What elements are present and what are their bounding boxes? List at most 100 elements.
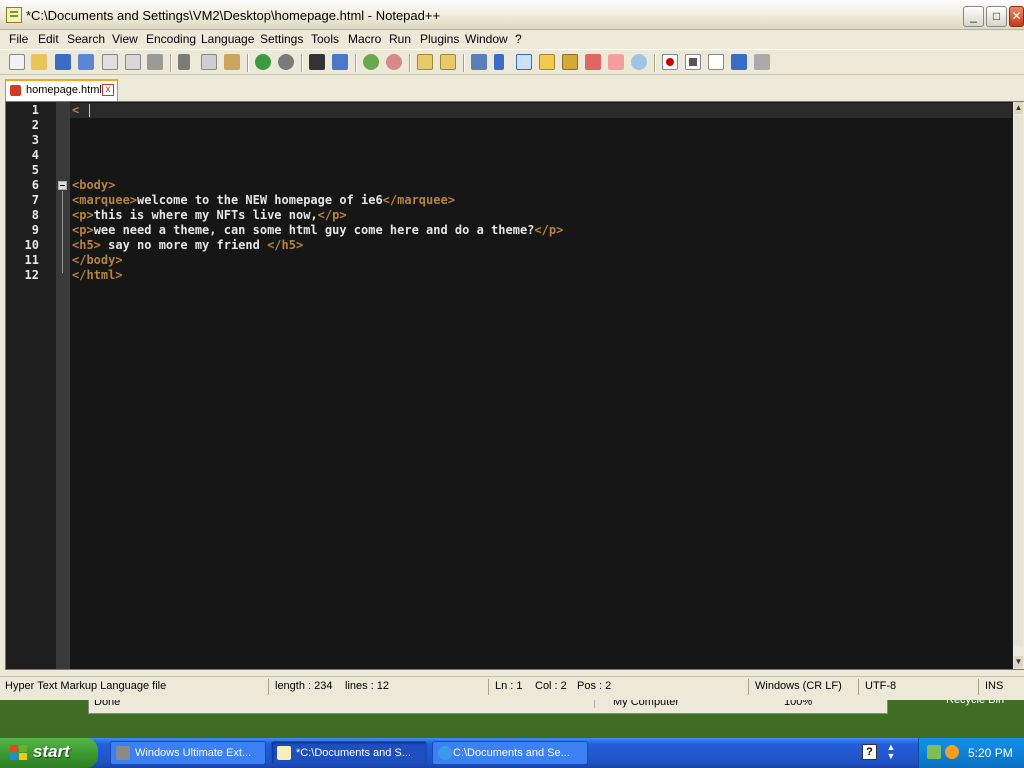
code-line[interactable]: <p>this is where my NFTs live now,</p> — [72, 208, 347, 222]
html-tag-token: </p> — [317, 208, 347, 222]
text-token: say no more my friend — [100, 238, 268, 252]
line-number: 3 — [31, 133, 39, 147]
word-wrap-icon[interactable] — [471, 54, 487, 70]
tray-expand-icon[interactable]: ▲ ▼ — [886, 743, 896, 763]
vertical-scrollbar[interactable]: ▲ ▼ — [1013, 102, 1024, 669]
taskbar-item-windows-ultimate[interactable]: Windows Ultimate Ext... — [110, 741, 266, 765]
line-number: 9 — [31, 223, 39, 237]
menu-encoding[interactable]: Encoding — [146, 32, 196, 46]
line-number: 2 — [31, 118, 39, 132]
paste-icon[interactable] — [224, 54, 240, 70]
line-number: 5 — [31, 163, 39, 177]
menu-help[interactable]: ? — [515, 32, 522, 46]
code-line[interactable]: <p>wee need a theme, can some html guy c… — [72, 223, 563, 237]
function-list-icon[interactable] — [562, 54, 578, 70]
menu-edit[interactable]: Edit — [38, 32, 59, 46]
copy-icon[interactable] — [201, 54, 217, 70]
system-tray: 5:20 PM — [918, 738, 1024, 768]
menu-run[interactable]: Run — [389, 32, 411, 46]
redo-icon[interactable] — [278, 54, 294, 70]
line-number: 8 — [31, 208, 39, 222]
monitoring-icon[interactable] — [608, 54, 624, 70]
help-icon[interactable]: ? — [862, 744, 877, 760]
start-button[interactable]: start — [0, 738, 98, 768]
code-line[interactable]: <h5> say no more my friend </h5> — [72, 238, 303, 252]
line-number: 6 — [31, 178, 39, 192]
preview-icon[interactable] — [631, 54, 647, 70]
taskbar-item-ie[interactable]: C:\Documents and Se... — [432, 741, 588, 765]
network-icon[interactable] — [927, 745, 941, 759]
save-all-icon[interactable] — [78, 54, 94, 70]
play-macro-icon[interactable] — [708, 54, 724, 70]
status-ln: Ln : 1 — [495, 680, 523, 692]
record-macro-icon[interactable] — [662, 54, 678, 70]
toolbar — [0, 49, 1024, 75]
doc-map-icon[interactable] — [539, 54, 555, 70]
sync-vertical-icon[interactable] — [417, 54, 433, 70]
zoom-out-icon[interactable] — [386, 54, 402, 70]
save-icon[interactable] — [55, 54, 71, 70]
code-editor[interactable]: 1 2 3 4 5 6 7 8 9 10 11 12 < <body> <marquee>welcome … — [5, 101, 1024, 670]
close-file-icon[interactable] — [102, 54, 118, 70]
scroll-up-icon[interactable]: ▲ — [1014, 102, 1023, 114]
taskbar-item-label: *C:\Documents and S... — [296, 747, 411, 759]
status-lines: lines : 12 — [345, 680, 390, 692]
code-line[interactable]: </html> — [72, 268, 123, 282]
menu-macro[interactable]: Macro — [348, 32, 381, 46]
title-bar[interactable]: *C:\Documents and Settings\VM2\Desktop\h… — [0, 0, 1024, 30]
menu-plugins[interactable]: Plugins — [420, 32, 459, 46]
menu-view[interactable]: View — [112, 32, 138, 46]
taskbar-item-notepadpp[interactable]: *C:\Documents and S... — [271, 741, 427, 765]
close-button[interactable]: ✕ — [1009, 6, 1024, 27]
clock[interactable]: 5:20 PM — [968, 746, 1013, 760]
run-macro-multiple-icon[interactable] — [731, 54, 747, 70]
html-tag-token: </marquee> — [382, 193, 455, 207]
html-tag-token: <body> — [72, 178, 116, 192]
ie-icon — [438, 746, 452, 760]
line-number: 12 — [24, 268, 39, 282]
find-icon[interactable] — [309, 54, 325, 70]
menu-settings[interactable]: Settings — [260, 32, 303, 46]
status-encoding[interactable]: UTF-8 — [865, 680, 896, 692]
close-all-icon[interactable] — [125, 54, 141, 70]
line-number: 10 — [24, 238, 39, 252]
minimize-button[interactable]: _ — [963, 6, 984, 27]
text-token: wee need a theme, can some html guy come… — [93, 223, 535, 237]
folder-workspace-icon[interactable] — [585, 54, 601, 70]
zoom-in-icon[interactable] — [363, 54, 379, 70]
code-line[interactable]: </body> — [72, 253, 123, 267]
show-all-chars-icon[interactable] — [494, 54, 504, 70]
html-tag-token: <p> — [72, 223, 94, 237]
stop-macro-icon[interactable] — [685, 54, 701, 70]
replace-icon[interactable] — [332, 54, 348, 70]
menu-tools[interactable]: Tools — [311, 32, 339, 46]
search-icon[interactable] — [945, 745, 959, 759]
cut-icon[interactable] — [178, 54, 190, 70]
fold-toggle-icon[interactable] — [58, 181, 67, 190]
code-line[interactable]: <marquee>welcome to the NEW homepage of … — [72, 193, 455, 207]
menu-search[interactable]: Search — [67, 32, 105, 46]
undo-icon[interactable] — [255, 54, 271, 70]
scrollbar-thumb[interactable] — [1014, 116, 1023, 646]
menu-file[interactable]: File — [9, 32, 28, 46]
code-line[interactable]: < — [72, 103, 79, 117]
new-file-icon[interactable] — [9, 54, 25, 70]
menu-language[interactable]: Language — [201, 32, 254, 46]
code-area[interactable] — [70, 102, 1012, 669]
tab-close-icon[interactable]: x — [102, 84, 114, 96]
print-icon[interactable] — [147, 54, 163, 70]
save-macro-icon[interactable] — [754, 54, 770, 70]
tab-homepage[interactable]: homepage.html x — [5, 79, 118, 101]
open-folder-icon[interactable] — [31, 54, 47, 70]
scroll-down-icon[interactable]: ▼ — [1014, 656, 1023, 668]
code-line[interactable]: <body> — [72, 178, 115, 192]
status-eol[interactable]: Windows (CR LF) — [755, 680, 842, 692]
window-title: *C:\Documents and Settings\VM2\Desktop\h… — [26, 8, 441, 23]
status-insert-mode[interactable]: INS — [985, 680, 1003, 692]
indent-guide-icon[interactable] — [516, 54, 532, 70]
sync-horizontal-icon[interactable] — [440, 54, 456, 70]
text-caret — [89, 104, 90, 117]
menu-window[interactable]: Window — [465, 32, 508, 46]
maximize-button[interactable]: □ — [986, 6, 1007, 27]
windows-flag-icon — [10, 745, 28, 761]
